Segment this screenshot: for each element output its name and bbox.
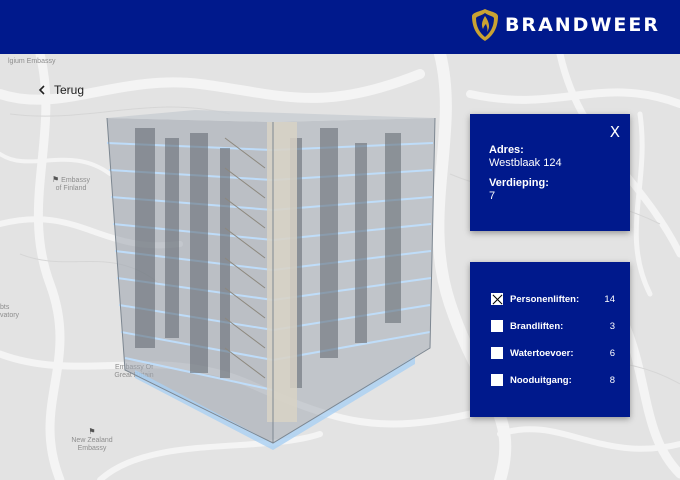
filter-brandliften[interactable]: Brandliften: 3	[491, 319, 615, 333]
address-info-panel: X Adres: Westblaak 124 Verdieping: 7	[470, 114, 630, 231]
chevron-left-icon	[38, 85, 45, 95]
floor-label: Verdieping:	[489, 177, 549, 189]
address-value: Westblaak 124	[489, 157, 562, 169]
filter-label: Nooduitgang:	[510, 374, 572, 386]
building-3d-model[interactable]	[95, 108, 445, 453]
brandweer-emblem-icon	[471, 9, 498, 41]
map-label: lgium Embassy	[8, 58, 56, 65]
facility-filter-panel: Personenliften: 14 Brandliften: 3 Watert…	[470, 262, 630, 417]
filter-label: Personenliften:	[510, 293, 580, 305]
filter-count: 8	[609, 374, 615, 386]
brand-logo: BRANDWEER	[471, 8, 660, 42]
checkbox[interactable]	[491, 320, 503, 332]
checkbox[interactable]	[491, 347, 503, 359]
filter-watertoevoer[interactable]: Watertoevoer: 6	[491, 346, 615, 360]
address-label: Adres:	[489, 144, 524, 156]
floor-value: 7	[489, 190, 496, 202]
checkbox[interactable]	[491, 374, 503, 386]
filter-count: 14	[604, 293, 615, 305]
filter-count: 6	[609, 347, 615, 359]
back-label: Terug	[54, 83, 85, 97]
back-button[interactable]: Terug	[38, 83, 84, 97]
brand-name: BRANDWEER	[504, 14, 660, 36]
filter-nooduitgang[interactable]: Nooduitgang: 8	[491, 373, 615, 387]
filter-label: Watertoevoer:	[510, 347, 574, 359]
filter-label: Brandliften:	[510, 320, 564, 332]
filter-count: 3	[609, 320, 615, 332]
map-label: ⚑ Embassy of Finland	[52, 175, 90, 193]
map-label: bts vatory	[0, 304, 20, 319]
app-header: BRANDWEER	[0, 0, 680, 54]
filter-personenliften[interactable]: Personenliften: 14	[491, 292, 615, 306]
close-button[interactable]: X	[610, 123, 620, 141]
checkbox[interactable]	[491, 293, 503, 305]
